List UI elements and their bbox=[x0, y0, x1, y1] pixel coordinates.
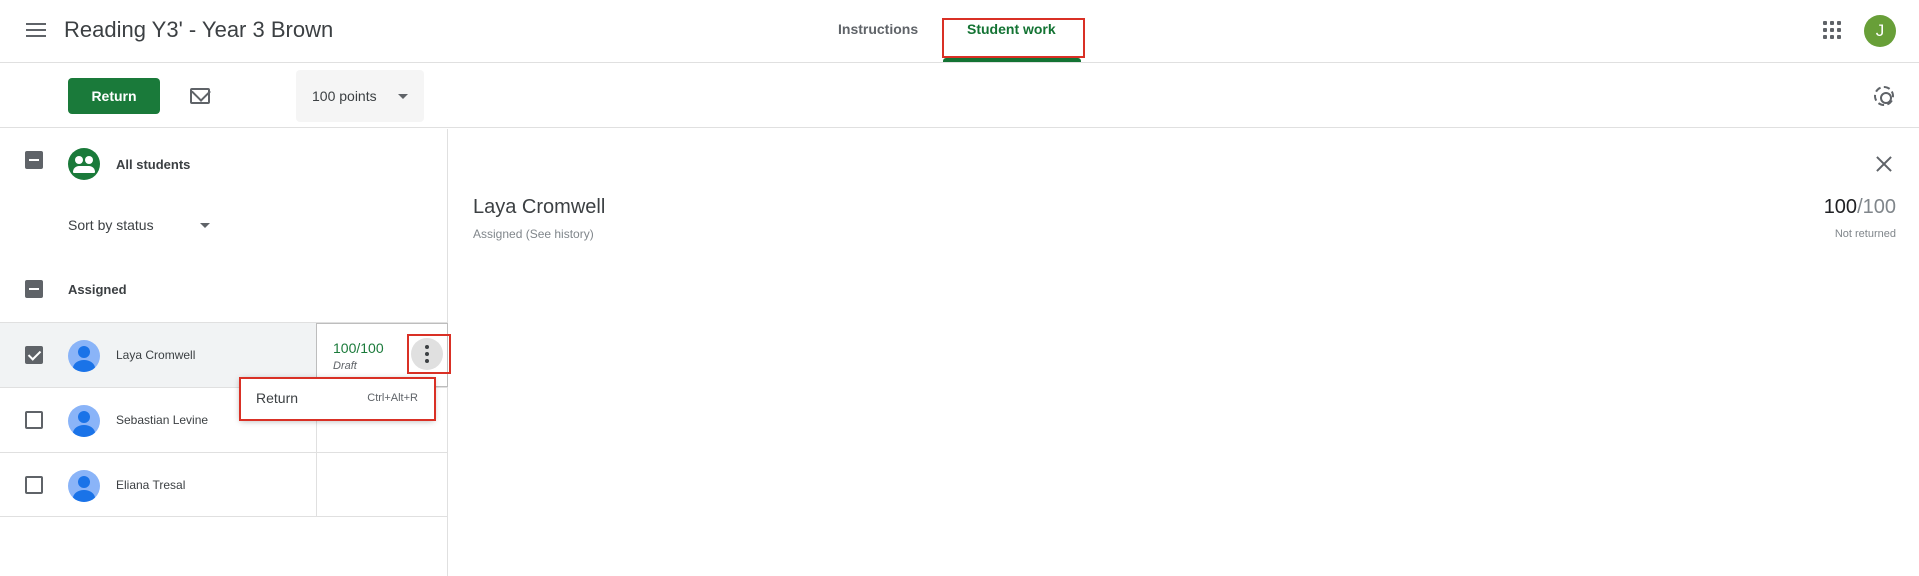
student-avatar bbox=[68, 470, 100, 502]
points-value: 100 points bbox=[312, 88, 377, 104]
student-name: Eliana Tresal bbox=[116, 478, 186, 492]
student-row[interactable]: Eliana Tresal bbox=[0, 452, 448, 517]
student-avatar bbox=[68, 340, 100, 372]
list-divider bbox=[0, 516, 448, 517]
student-name: Sebastian Levine bbox=[116, 413, 209, 427]
all-students-label[interactable]: All students bbox=[116, 157, 190, 172]
student-checkbox[interactable] bbox=[25, 346, 43, 364]
grade-cell[interactable] bbox=[316, 453, 448, 517]
chevron-down-icon bbox=[398, 94, 408, 99]
student-checkbox[interactable] bbox=[25, 476, 43, 494]
sort-dropdown[interactable]: Sort by status bbox=[68, 217, 154, 233]
student-work-tab-highlight bbox=[942, 18, 1085, 58]
sort-label: Sort by status bbox=[68, 217, 154, 233]
account-avatar[interactable]: J bbox=[1864, 15, 1896, 47]
sort-chevron-down-icon[interactable] bbox=[200, 223, 210, 228]
detail-status[interactable]: Assigned (See history) bbox=[473, 227, 594, 241]
select-all-checkbox[interactable] bbox=[25, 151, 43, 169]
detail-student-name: Laya Cromwell bbox=[473, 196, 606, 218]
detail-grade[interactable]: 100/100 bbox=[1824, 196, 1896, 219]
student-avatar bbox=[68, 405, 100, 437]
google-apps-icon[interactable] bbox=[1823, 21, 1841, 39]
app-header: Reading Y3' - Year 3 Brown Instructions … bbox=[0, 0, 1919, 63]
class-title: Reading Y3' - Year 3 Brown bbox=[64, 17, 334, 42]
return-menu-highlight bbox=[239, 377, 436, 421]
points-dropdown[interactable]: 100 points bbox=[296, 70, 424, 122]
detail-returned-status: Not returned bbox=[1834, 228, 1896, 240]
all-students-group-icon bbox=[68, 148, 100, 180]
active-tab-indicator bbox=[943, 58, 1081, 62]
detail-grade-denominator: /100 bbox=[1857, 196, 1896, 218]
settings-gear-icon[interactable] bbox=[1874, 86, 1894, 106]
email-icon[interactable] bbox=[190, 88, 210, 104]
tab-instructions[interactable]: Instructions bbox=[838, 21, 918, 37]
student-list-panel: All students Sort by status Assigned Lay… bbox=[0, 129, 451, 576]
grading-toolbar: Return 100 points bbox=[0, 64, 1919, 128]
close-icon[interactable] bbox=[1876, 156, 1892, 172]
return-button[interactable]: Return bbox=[68, 78, 160, 114]
assigned-group-checkbox[interactable] bbox=[25, 280, 43, 298]
more-options-highlight bbox=[407, 334, 451, 374]
assigned-group-label: Assigned bbox=[68, 282, 127, 297]
detail-grade-numerator: 100 bbox=[1823, 196, 1858, 218]
grade-status: Draft bbox=[333, 360, 357, 372]
student-checkbox[interactable] bbox=[25, 411, 43, 429]
grade-value: 100/100 bbox=[333, 340, 384, 356]
main-menu-icon[interactable] bbox=[24, 20, 48, 44]
student-name: Laya Cromwell bbox=[116, 348, 196, 362]
